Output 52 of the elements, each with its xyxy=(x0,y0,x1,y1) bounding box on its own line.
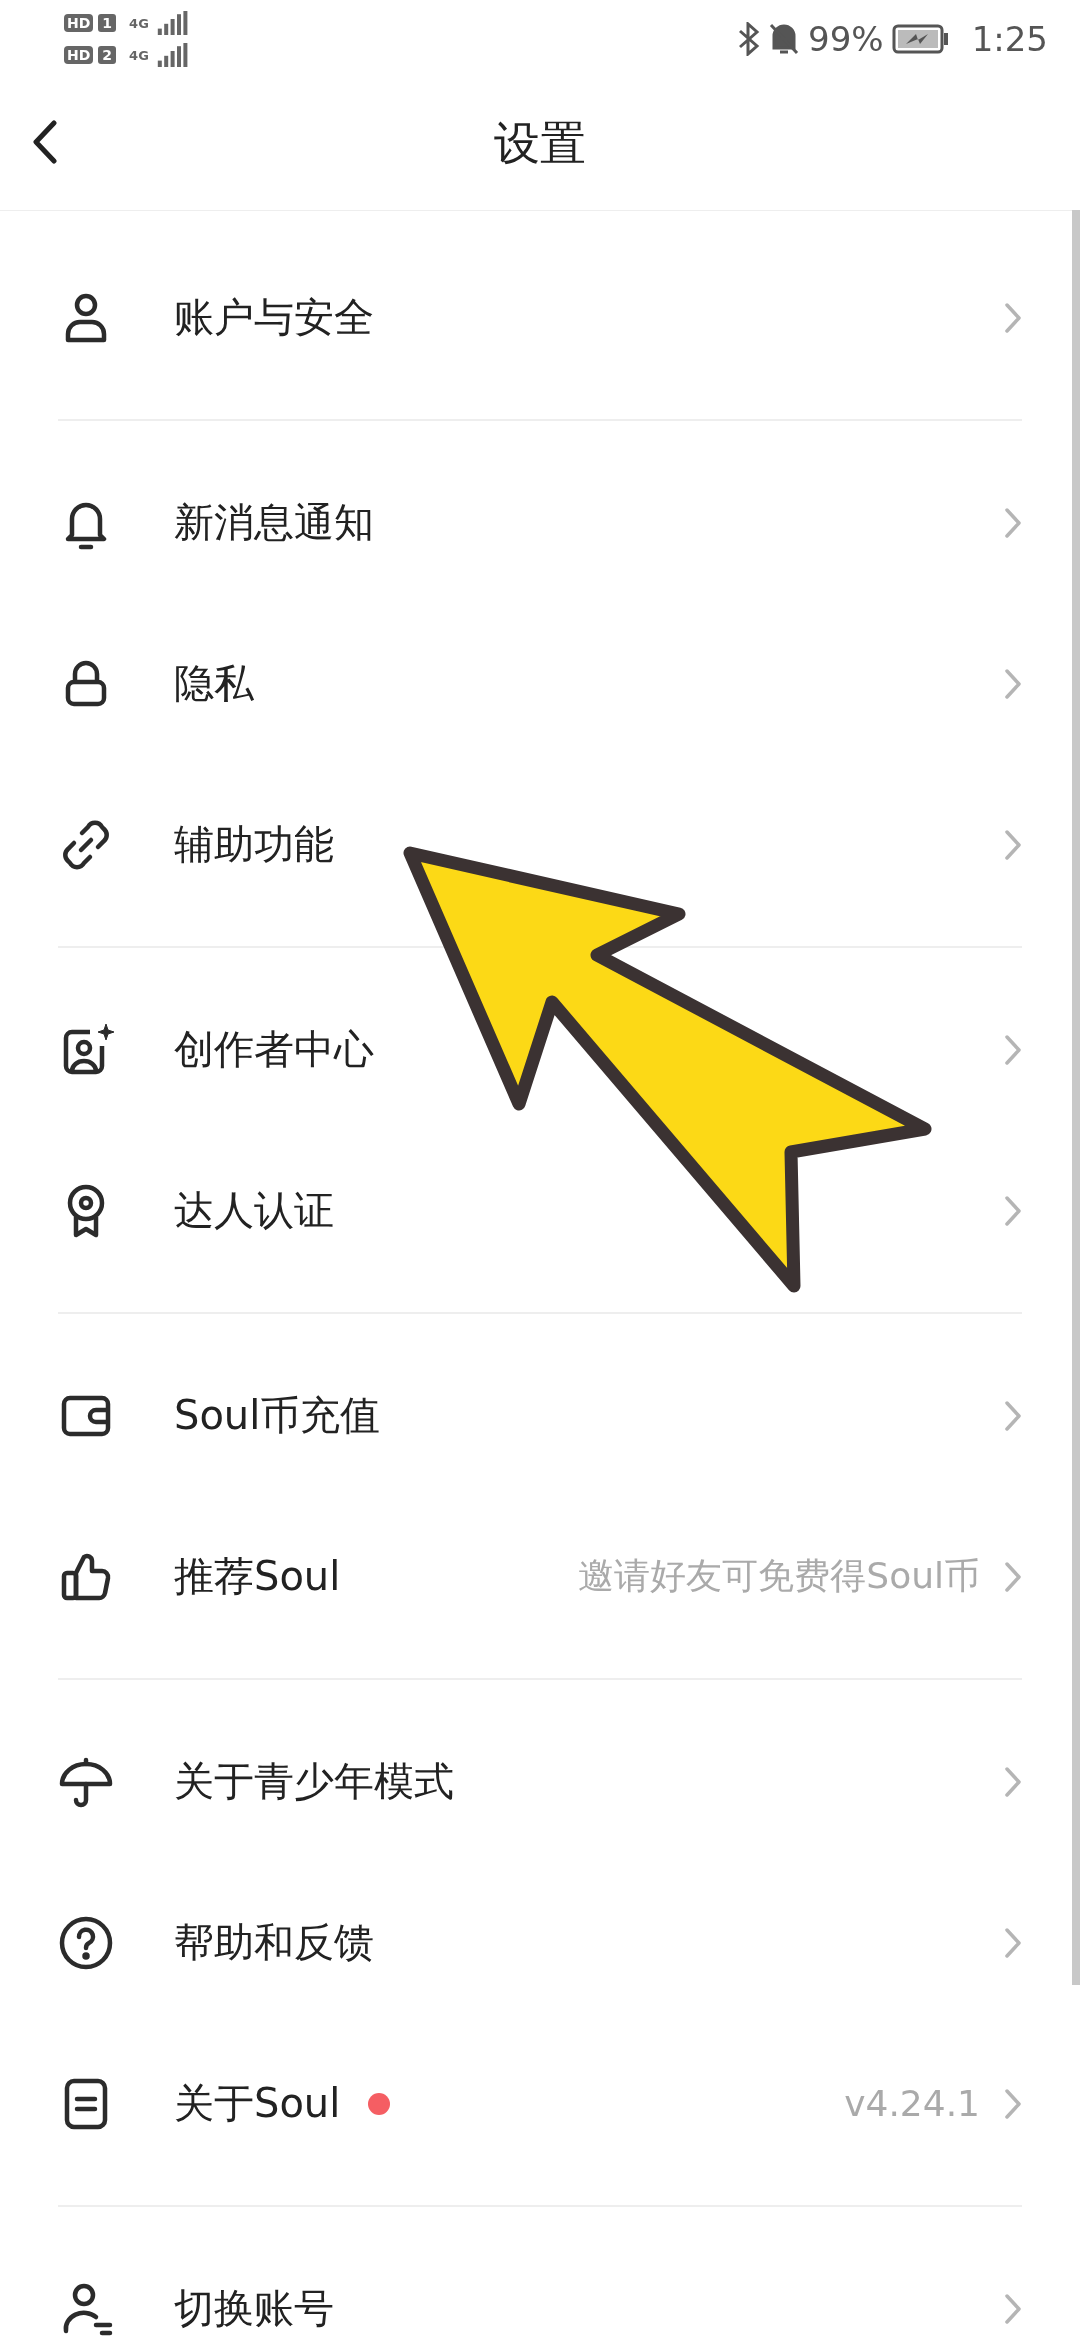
back-button[interactable] xyxy=(32,120,58,164)
battery-percent: 99% xyxy=(808,19,884,59)
settings-item[interactable]: 辅助功能 xyxy=(58,764,1022,925)
item-hint: v4.24.1 xyxy=(844,2083,980,2124)
clock: 1:25 xyxy=(971,19,1048,59)
chevron-icon xyxy=(1004,1033,1022,1066)
settings-item[interactable]: 创作者中心 xyxy=(58,969,1022,1130)
settings-item[interactable]: 关于Soul v4.24.1 xyxy=(58,2023,1022,2184)
settings-item[interactable]: 推荐Soul 邀请好友可免费得Soul币 xyxy=(58,1496,1022,1657)
battery-icon xyxy=(891,24,950,54)
chevron-icon xyxy=(1004,1560,1022,1593)
chevron-icon xyxy=(1004,1399,1022,1432)
settings-item[interactable]: 关于青少年模式 xyxy=(58,1701,1022,1862)
bluetooth-icon xyxy=(738,22,761,56)
sim-slot: 2 xyxy=(98,46,117,64)
network-type: 4G xyxy=(129,47,149,63)
chevron-icon xyxy=(1004,506,1022,539)
item-label: 辅助功能 xyxy=(174,820,334,869)
page-title: 设置 xyxy=(494,115,586,172)
item-label: Soul币充值 xyxy=(174,1391,381,1440)
chevron-icon xyxy=(1004,2292,1022,2325)
muted-bell-icon xyxy=(768,22,801,56)
chevron-icon xyxy=(1004,1194,1022,1227)
chevron-icon xyxy=(1004,2087,1022,2120)
chevron-icon xyxy=(1004,828,1022,861)
settings-item[interactable]: 帮助和反馈 xyxy=(58,1862,1022,2023)
settings-item[interactable]: 切换账号 xyxy=(58,2228,1022,2340)
item-label: 达人认证 xyxy=(174,1186,334,1235)
settings-item[interactable]: 隐私 xyxy=(58,603,1022,764)
settings-item[interactable]: Soul币充值 xyxy=(58,1335,1022,1496)
item-label: 隐私 xyxy=(174,659,254,708)
sim-badge: HD xyxy=(64,46,94,64)
item-label: 推荐Soul xyxy=(174,1552,341,1601)
item-label: 创作者中心 xyxy=(174,1025,374,1074)
item-label: 切换账号 xyxy=(174,2284,334,2333)
item-label: 新消息通知 xyxy=(174,498,374,547)
chevron-icon xyxy=(1004,301,1022,334)
item-label: 关于Soul xyxy=(174,2079,341,2128)
chevron-icon xyxy=(1004,667,1022,700)
settings-item[interactable]: 账户与安全 xyxy=(58,237,1022,398)
chevron-icon xyxy=(1004,1926,1022,1959)
sim-badge: HD xyxy=(64,14,94,32)
settings-item[interactable]: 新消息通知 xyxy=(58,442,1022,603)
chevron-icon xyxy=(1004,1765,1022,1798)
item-label: 关于青少年模式 xyxy=(174,1757,454,1806)
help-icon xyxy=(58,1914,114,1971)
item-label: 帮助和反馈 xyxy=(174,1918,374,1967)
network-type: 4G xyxy=(129,15,149,31)
item-hint: 邀请好友可免费得Soul币 xyxy=(578,1554,980,1598)
settings-item[interactable]: 达人认证 xyxy=(58,1130,1022,1291)
sim-slot: 1 xyxy=(98,14,117,32)
item-label: 账户与安全 xyxy=(174,293,374,342)
